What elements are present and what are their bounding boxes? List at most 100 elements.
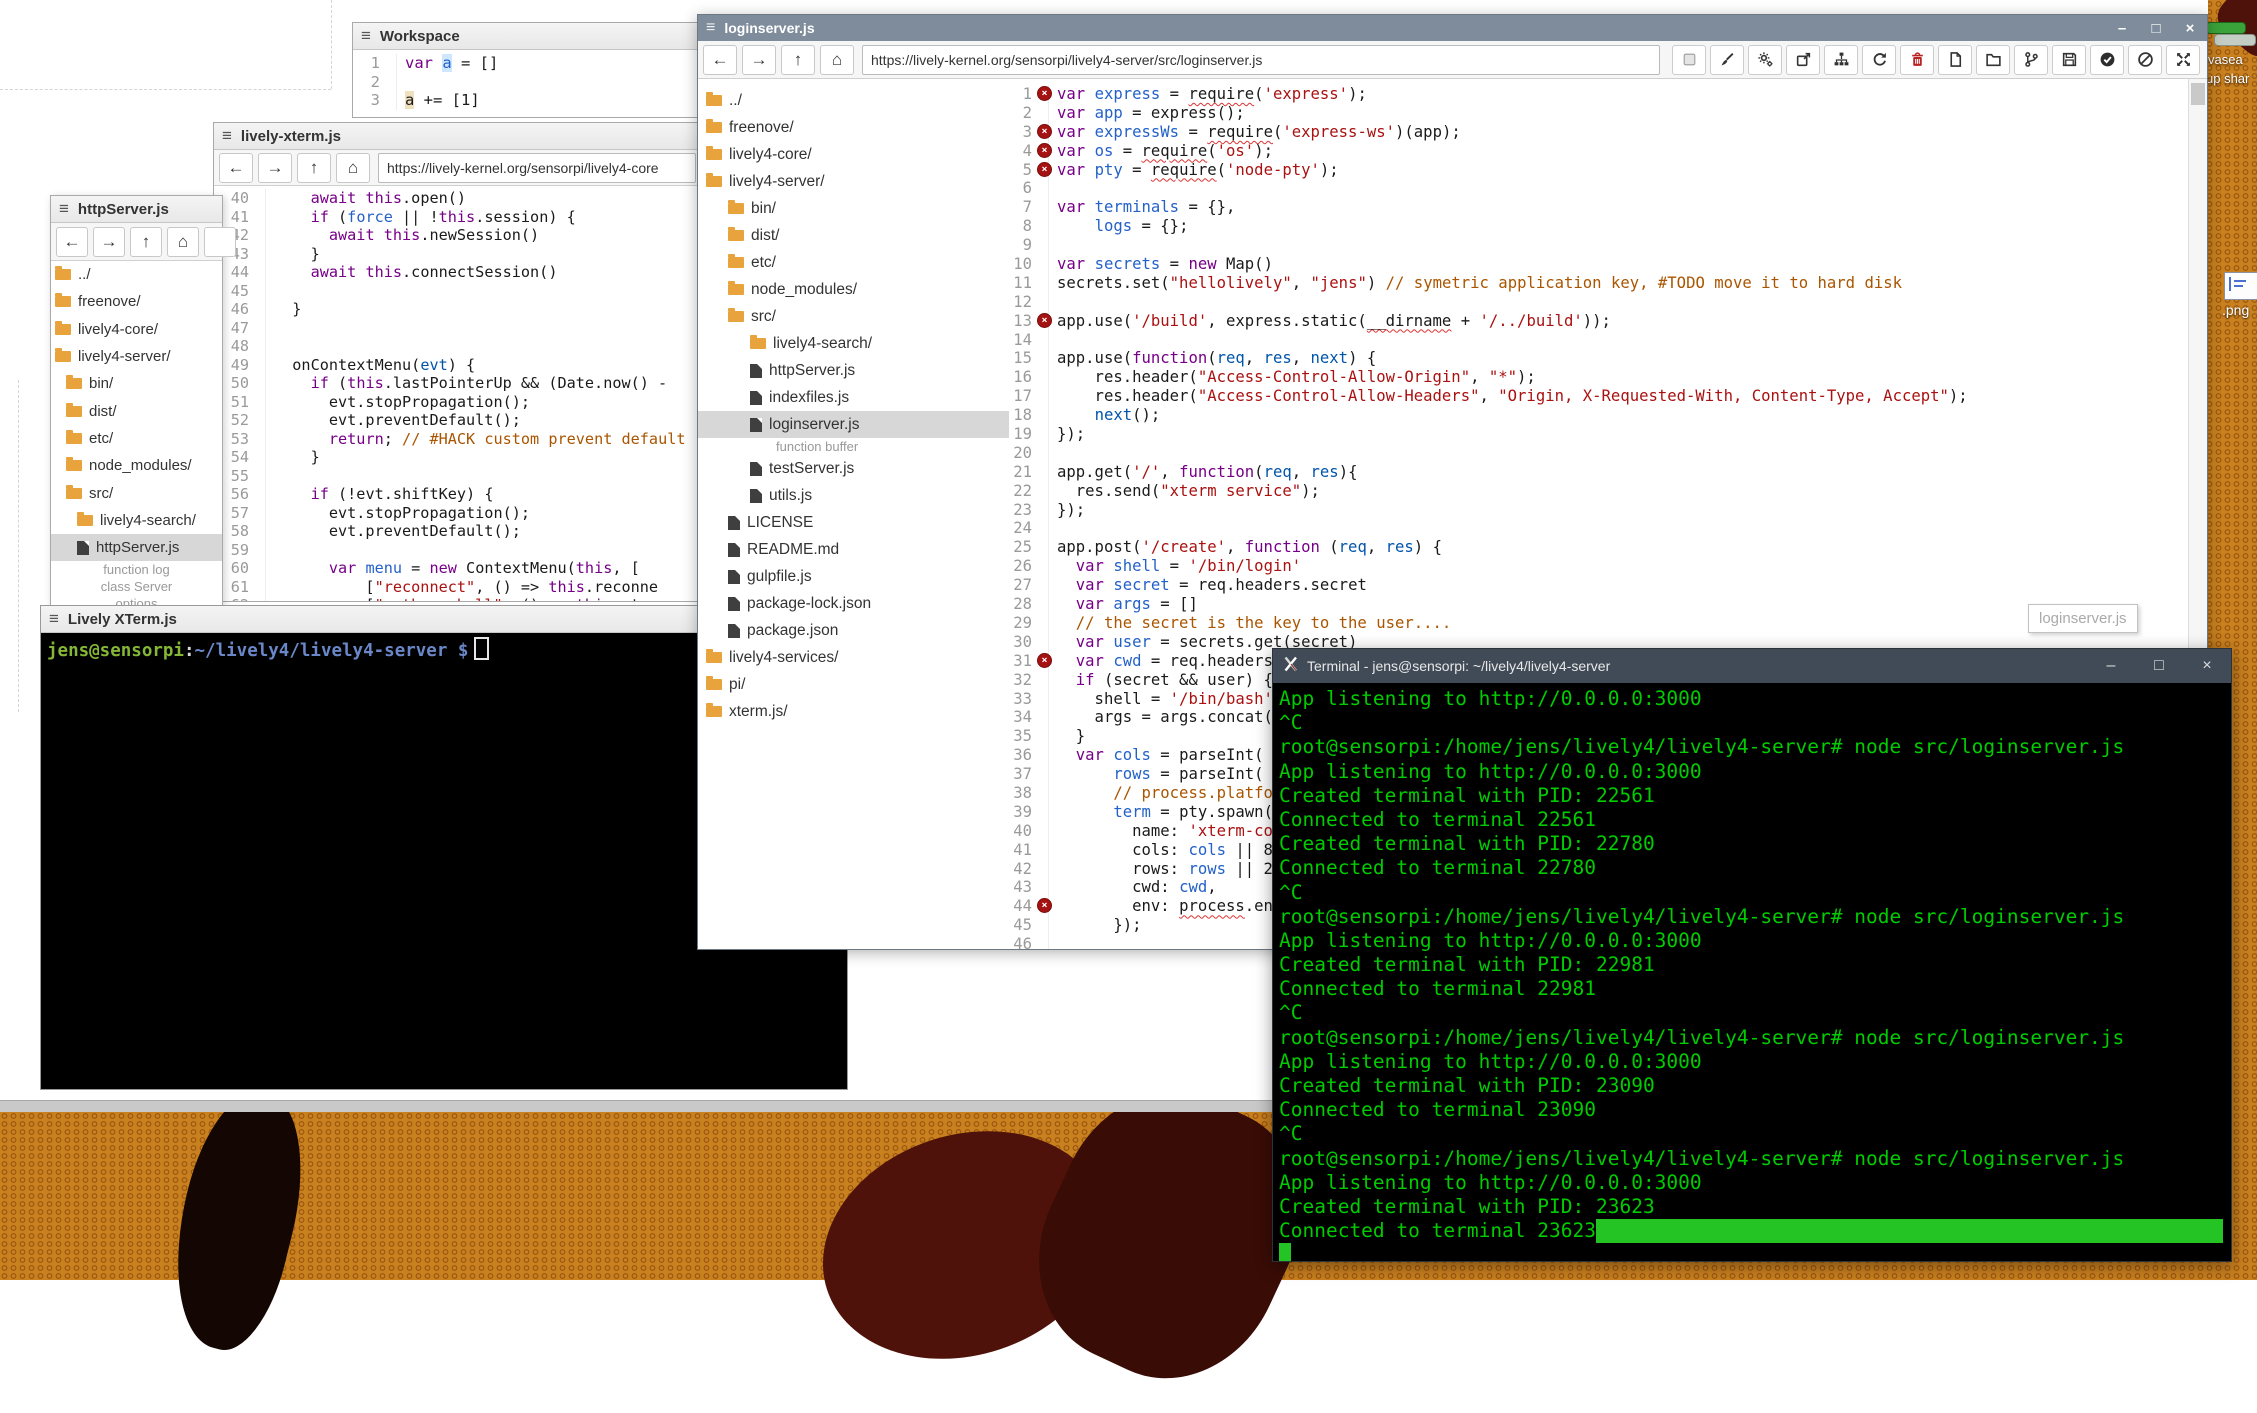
tree-folder-item[interactable]: xterm.js/: [698, 698, 1009, 725]
home-button[interactable]: ⌂: [167, 227, 199, 257]
back-button[interactable]: ←: [56, 227, 88, 257]
sitemap-icon-button[interactable]: [1824, 45, 1858, 75]
tree-folder-item[interactable]: lively4-core/: [698, 141, 1009, 168]
forward-button[interactable]: →: [258, 153, 292, 183]
external-link-icon-button[interactable]: [1786, 45, 1820, 75]
menu-icon[interactable]: ≡: [361, 26, 371, 46]
forward-button[interactable]: →: [93, 227, 125, 257]
up-button[interactable]: ↑: [130, 227, 162, 257]
url-input[interactable]: [862, 45, 1660, 75]
minimize-icon[interactable]: –: [2087, 657, 2135, 675]
scrollbar-thumb[interactable]: [2191, 83, 2205, 105]
line-number: 18: [1009, 406, 1049, 425]
error-marker-icon[interactable]: ×: [1037, 162, 1052, 177]
tree-file-item[interactable]: httpServer.js: [698, 357, 1009, 384]
file-icon-button[interactable]: [1938, 45, 1972, 75]
tree-file-item[interactable]: indexfiles.js: [698, 384, 1009, 411]
image-thumbnail-icon[interactable]: [2224, 272, 2257, 300]
menu-icon[interactable]: ≡: [49, 609, 59, 629]
tree-folder-item[interactable]: lively4-server/: [698, 168, 1009, 195]
save-icon-button[interactable]: [2052, 45, 2086, 75]
tree-folder-item[interactable]: ../: [51, 261, 222, 288]
code-branch-icon-button[interactable]: [2014, 45, 2048, 75]
tree-file-item[interactable]: README.md: [698, 536, 1009, 563]
tree-folder-item[interactable]: lively4-services/: [698, 644, 1009, 671]
tree-item-label: dist/: [89, 403, 117, 420]
tree-folder-item[interactable]: node_modules/: [51, 452, 222, 479]
check-circle-icon-button[interactable]: [2090, 45, 2124, 75]
home-button[interactable]: ⌂: [336, 153, 370, 183]
trash-icon-button[interactable]: [1900, 45, 1934, 75]
up-button[interactable]: ↑: [781, 45, 815, 75]
error-marker-icon[interactable]: ×: [1037, 653, 1052, 668]
menu-icon[interactable]: ≡: [222, 126, 232, 146]
tree-folder-item[interactable]: src/: [51, 479, 222, 506]
tree-file-item[interactable]: testServer.js: [698, 455, 1009, 482]
ban-icon-button[interactable]: [2128, 45, 2162, 75]
close-icon[interactable]: ×: [2173, 20, 2207, 37]
minimize-icon[interactable]: –: [2105, 20, 2139, 37]
folder-icon-button[interactable]: [1976, 45, 2010, 75]
tree-file-item[interactable]: package.json: [698, 617, 1009, 644]
sync-icon-button[interactable]: [1862, 45, 1896, 75]
menu-icon[interactable]: ≡: [706, 19, 715, 37]
tree-folder-item[interactable]: src/: [698, 303, 1009, 330]
expand-icon-button[interactable]: [2166, 45, 2200, 75]
tree-folder-item[interactable]: lively4-search/: [698, 330, 1009, 357]
brush-icon-button[interactable]: [1710, 45, 1744, 75]
tree-file-item[interactable]: LICENSE: [698, 509, 1009, 536]
tree-folder-item[interactable]: pi/: [698, 671, 1009, 698]
error-marker-icon[interactable]: ×: [1037, 313, 1052, 328]
tree-item-label: LICENSE: [747, 514, 813, 532]
extra-nav-button[interactable]: [204, 227, 236, 257]
back-button[interactable]: ←: [219, 153, 253, 183]
menu-icon[interactable]: ≡: [59, 199, 69, 219]
terminal-body[interactable]: App listening to http://0.0.0.0:3000^Cro…: [1273, 683, 2231, 1261]
checkbox-icon-button[interactable]: [1672, 45, 1706, 75]
tree-folder-item[interactable]: lively4-core/: [51, 316, 222, 343]
tree-folder-item[interactable]: ../: [698, 87, 1009, 114]
forward-button[interactable]: →: [742, 45, 776, 75]
close-icon[interactable]: ×: [2183, 657, 2231, 675]
tree-folder-item[interactable]: bin/: [698, 195, 1009, 222]
tree-file-item[interactable]: package-lock.json: [698, 590, 1009, 617]
tree-folder-item[interactable]: etc/: [698, 249, 1009, 276]
workspace-editor[interactable]: 1var a = []23a += [1]: [353, 50, 701, 117]
terminal-titlebar[interactable]: Terminal - jens@sensorpi: ~/lively4/live…: [1273, 649, 2231, 683]
tree-file-item[interactable]: loginserver.js: [698, 411, 1009, 438]
pipes-icon[interactable]: [2206, 18, 2254, 50]
home-button[interactable]: ⌂: [820, 45, 854, 75]
tree-folder-item[interactable]: freenove/: [698, 114, 1009, 141]
line-number: 20: [1009, 444, 1049, 463]
error-marker-icon[interactable]: ×: [1037, 143, 1052, 158]
error-marker-icon[interactable]: ×: [1037, 86, 1052, 101]
up-button[interactable]: ↑: [297, 153, 331, 183]
maximize-icon[interactable]: □: [2135, 657, 2183, 675]
workspace-titlebar[interactable]: ≡ Workspace: [353, 23, 701, 50]
loginserver-titlebar[interactable]: ≡ loginserver.js – □ ×: [698, 15, 2207, 41]
tree-file-item[interactable]: gulpfile.js: [698, 563, 1009, 590]
error-marker-icon[interactable]: ×: [1037, 124, 1052, 139]
tree-folder-item[interactable]: etc/: [51, 425, 222, 452]
maximize-icon[interactable]: □: [2139, 20, 2173, 37]
httpserver-file-tree[interactable]: ../freenove/lively4-core/lively4-server/…: [51, 261, 222, 606]
tree-file-item[interactable]: utils.js: [698, 482, 1009, 509]
tree-folder-item[interactable]: dist/: [698, 222, 1009, 249]
lively-xterm-titlebar[interactable]: ≡ lively-xterm.js: [214, 123, 712, 150]
lively-xterm-code-editor[interactable]: 40 await this.open()41 if (force || !thi…: [214, 186, 712, 601]
tree-folder-item[interactable]: dist/: [51, 397, 222, 424]
httpserver-titlebar[interactable]: ≡ httpServer.js: [51, 196, 222, 223]
gears-icon-button[interactable]: [1748, 45, 1782, 75]
tree-item-label: lively4-server/: [78, 348, 171, 365]
code-line: 27 var secret = req.headers.secret: [1009, 576, 2189, 595]
tree-folder-item[interactable]: node_modules/: [698, 276, 1009, 303]
back-button[interactable]: ←: [703, 45, 737, 75]
tree-folder-item[interactable]: freenove/: [51, 288, 222, 315]
tree-folder-item[interactable]: lively4-server/: [51, 343, 222, 370]
tree-folder-item[interactable]: lively4-search/: [51, 507, 222, 534]
tree-file-item[interactable]: httpServer.js: [51, 534, 222, 561]
url-input[interactable]: [378, 153, 696, 183]
terminal-line: App listening to http://0.0.0.0:3000: [1279, 1171, 2231, 1195]
loginserver-file-tree[interactable]: ../freenove/lively4-core/lively4-server/…: [698, 79, 1009, 949]
tree-folder-item[interactable]: bin/: [51, 370, 222, 397]
